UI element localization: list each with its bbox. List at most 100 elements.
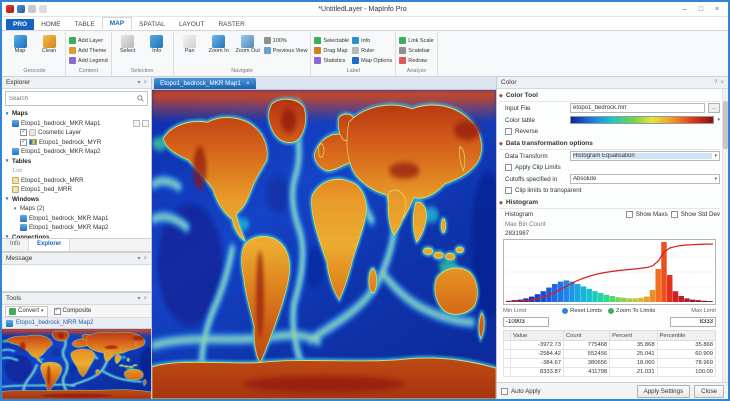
show-maxs-checkbox[interactable]: Show Maxs — [626, 209, 668, 220]
color-table-dropdown[interactable] — [570, 116, 714, 124]
selectable-button[interactable]: Selectable — [314, 36, 349, 45]
clip-transparent-checkbox[interactable]: Clip limits to transparent — [499, 185, 720, 196]
col-percentile[interactable]: Percentile — [657, 331, 715, 341]
max-limit-field[interactable] — [670, 317, 716, 327]
histogram-chart[interactable] — [503, 239, 716, 305]
chevron-down-icon[interactable]: ▾ — [137, 295, 140, 302]
map-tab[interactable]: Etopo1_bedrock_MKR Map1 × — [154, 78, 256, 89]
table-row[interactable]: -2584.4255245625.04160.909 — [504, 350, 716, 359]
world-map-mini[interactable] — [2, 329, 151, 399]
info-tool-button[interactable]: Info — [352, 36, 392, 45]
checkbox-checked-icon[interactable]: ✓ — [20, 129, 27, 136]
close-button[interactable]: Close — [694, 385, 724, 398]
tree-item-window-map2[interactable]: Etopo1_bedrock_MKR Map2 — [4, 223, 149, 233]
data-transform-select[interactable]: Histogram Equalisation▾ — [570, 151, 720, 161]
scalebar-button[interactable]: Scalebar — [399, 46, 433, 55]
table-row[interactable]: -384.6738065618.06078.969 — [504, 359, 716, 368]
undo-icon[interactable] — [28, 5, 36, 13]
minimize-icon[interactable]: – — [678, 4, 692, 15]
tree-item-map2[interactable]: Etopo1_bedrock_MKR Map2 — [4, 147, 149, 157]
col-value[interactable]: Value — [511, 331, 564, 341]
section-histogram[interactable]: ◆Histogram — [499, 197, 720, 209]
redo-icon[interactable] — [39, 5, 47, 13]
show-std-checkbox[interactable]: Show Std Dev — [671, 209, 720, 220]
drag-map-button[interactable]: Drag Map — [314, 46, 349, 55]
tab-info[interactable]: Info — [2, 239, 29, 251]
scrollbar-thumb[interactable] — [723, 101, 728, 149]
checkbox-checked-icon[interactable]: ✓ — [20, 139, 27, 146]
statistics-button[interactable]: Statistics — [314, 56, 349, 65]
close-icon[interactable]: × — [720, 80, 724, 86]
input-file-field[interactable] — [570, 103, 705, 113]
add-theme-button[interactable]: Add Theme — [69, 46, 108, 55]
table-row[interactable]: -3972.7377546835.86835.868 — [504, 341, 716, 350]
section-data-transform[interactable]: ◆Data transformation options — [499, 138, 720, 150]
auto-apply-checkbox[interactable]: Auto Apply — [501, 386, 541, 397]
convert-button[interactable]: Convert ▾ — [5, 306, 48, 317]
maximize-icon[interactable]: □ — [694, 4, 708, 15]
windows-section-header[interactable]: ▾Windows — [4, 195, 149, 205]
table-row[interactable]: 8333.8741179821.031100.00 — [504, 368, 716, 377]
add-layer-button[interactable]: Add Layer — [69, 36, 108, 45]
tab-spatial[interactable]: SPATIAL — [132, 19, 172, 30]
map-canvas[interactable] — [152, 90, 496, 399]
world-map[interactable] — [152, 90, 496, 399]
chevron-down-icon[interactable]: ▾ — [137, 255, 140, 262]
tab-home[interactable]: HOME — [34, 19, 68, 30]
reverse-checkbox[interactable]: Reverse — [499, 126, 720, 137]
min-limit-field[interactable] — [503, 317, 549, 327]
cutoffs-select[interactable]: Absolute▾ — [570, 174, 720, 184]
tab-raster[interactable]: RASTER — [211, 19, 251, 30]
map2-canvas[interactable] — [2, 329, 151, 399]
previous-view-button[interactable]: Previous View — [264, 46, 308, 55]
tables-section-header[interactable]: ▾Tables — [4, 157, 149, 167]
layer-control-icon[interactable] — [133, 120, 140, 127]
reset-limits-button[interactable]: Reset Limits — [562, 308, 602, 314]
legend-icon[interactable] — [142, 120, 149, 127]
apply-settings-button[interactable]: Apply Settings — [637, 385, 691, 398]
tree-item-window-map1[interactable]: Etopo1_bedrock_MKR Map1 — [4, 214, 149, 224]
tab-explorer[interactable]: Explorer — [29, 239, 70, 251]
tree-item-raster-layer[interactable]: ✓Etopo1_bedrock_MYR — [4, 138, 149, 148]
tab-map[interactable]: MAP — [102, 17, 132, 30]
redraw-button[interactable]: Redraw — [399, 56, 433, 65]
close-icon[interactable]: × — [143, 80, 147, 86]
tree-item-map1[interactable]: Etopo1_bedrock_MKR Map1 — [4, 119, 149, 129]
pan-button[interactable]: Pan — [177, 33, 203, 55]
tree-item-table-2[interactable]: Etopo1_bed_MRR — [4, 185, 149, 195]
close-icon[interactable]: × — [143, 296, 147, 302]
add-legend-button[interactable]: Add Legend — [69, 56, 108, 65]
browse-button[interactable]: ... — [708, 103, 720, 113]
tab-table[interactable]: TABLE — [68, 19, 102, 30]
zoom-in-button[interactable]: Zoom In — [206, 33, 232, 55]
map-button[interactable]: Map — [7, 33, 33, 55]
select-button[interactable]: Select — [115, 33, 141, 55]
scrollbar[interactable] — [722, 89, 728, 382]
apply-clip-checkbox[interactable]: Apply Clip Limits — [499, 162, 720, 173]
clean-button[interactable]: Clean — [36, 33, 62, 55]
col-percent[interactable]: Percent — [610, 331, 657, 341]
close-icon[interactable]: × — [143, 256, 147, 262]
zoom-out-button[interactable]: Zoom Out — [235, 33, 261, 55]
col-count[interactable]: Count — [563, 331, 609, 341]
save-icon[interactable] — [17, 5, 25, 13]
maps-section-header[interactable]: ▾Maps — [4, 109, 149, 119]
ruler-button[interactable]: Ruler — [352, 46, 392, 55]
tree-item-cosmetic-layer[interactable]: ✓Cosmetic Layer — [4, 128, 149, 138]
tab-pro[interactable]: PRO — [6, 19, 34, 30]
help-icon[interactable]: ? — [714, 80, 717, 86]
tab-layout[interactable]: LAYOUT — [172, 19, 212, 30]
windows-maps-group[interactable]: ▾Maps (2) — [4, 204, 149, 214]
zoom-to-limits-button[interactable]: Zoom To Limits — [608, 308, 655, 314]
close-icon[interactable]: × — [246, 80, 250, 87]
chevron-down-icon[interactable]: ▾ — [137, 79, 140, 86]
zoom-100-button[interactable]: 100% — [264, 36, 308, 45]
map-options-button[interactable]: Map Options — [352, 56, 392, 65]
link-scale-button[interactable]: Link Scale — [399, 36, 433, 45]
search-input[interactable] — [9, 96, 137, 102]
composite-checkbox[interactable]: ✓ Composite — [54, 308, 92, 315]
info-button[interactable]: Info — [144, 33, 170, 55]
close-icon[interactable]: × — [710, 4, 724, 15]
tree-item-table-1[interactable]: Etopo1_bedrock_MRR — [4, 176, 149, 186]
map2-window-titlebar[interactable]: Etopo1_bedrock_MRR Map2 — [2, 318, 151, 329]
